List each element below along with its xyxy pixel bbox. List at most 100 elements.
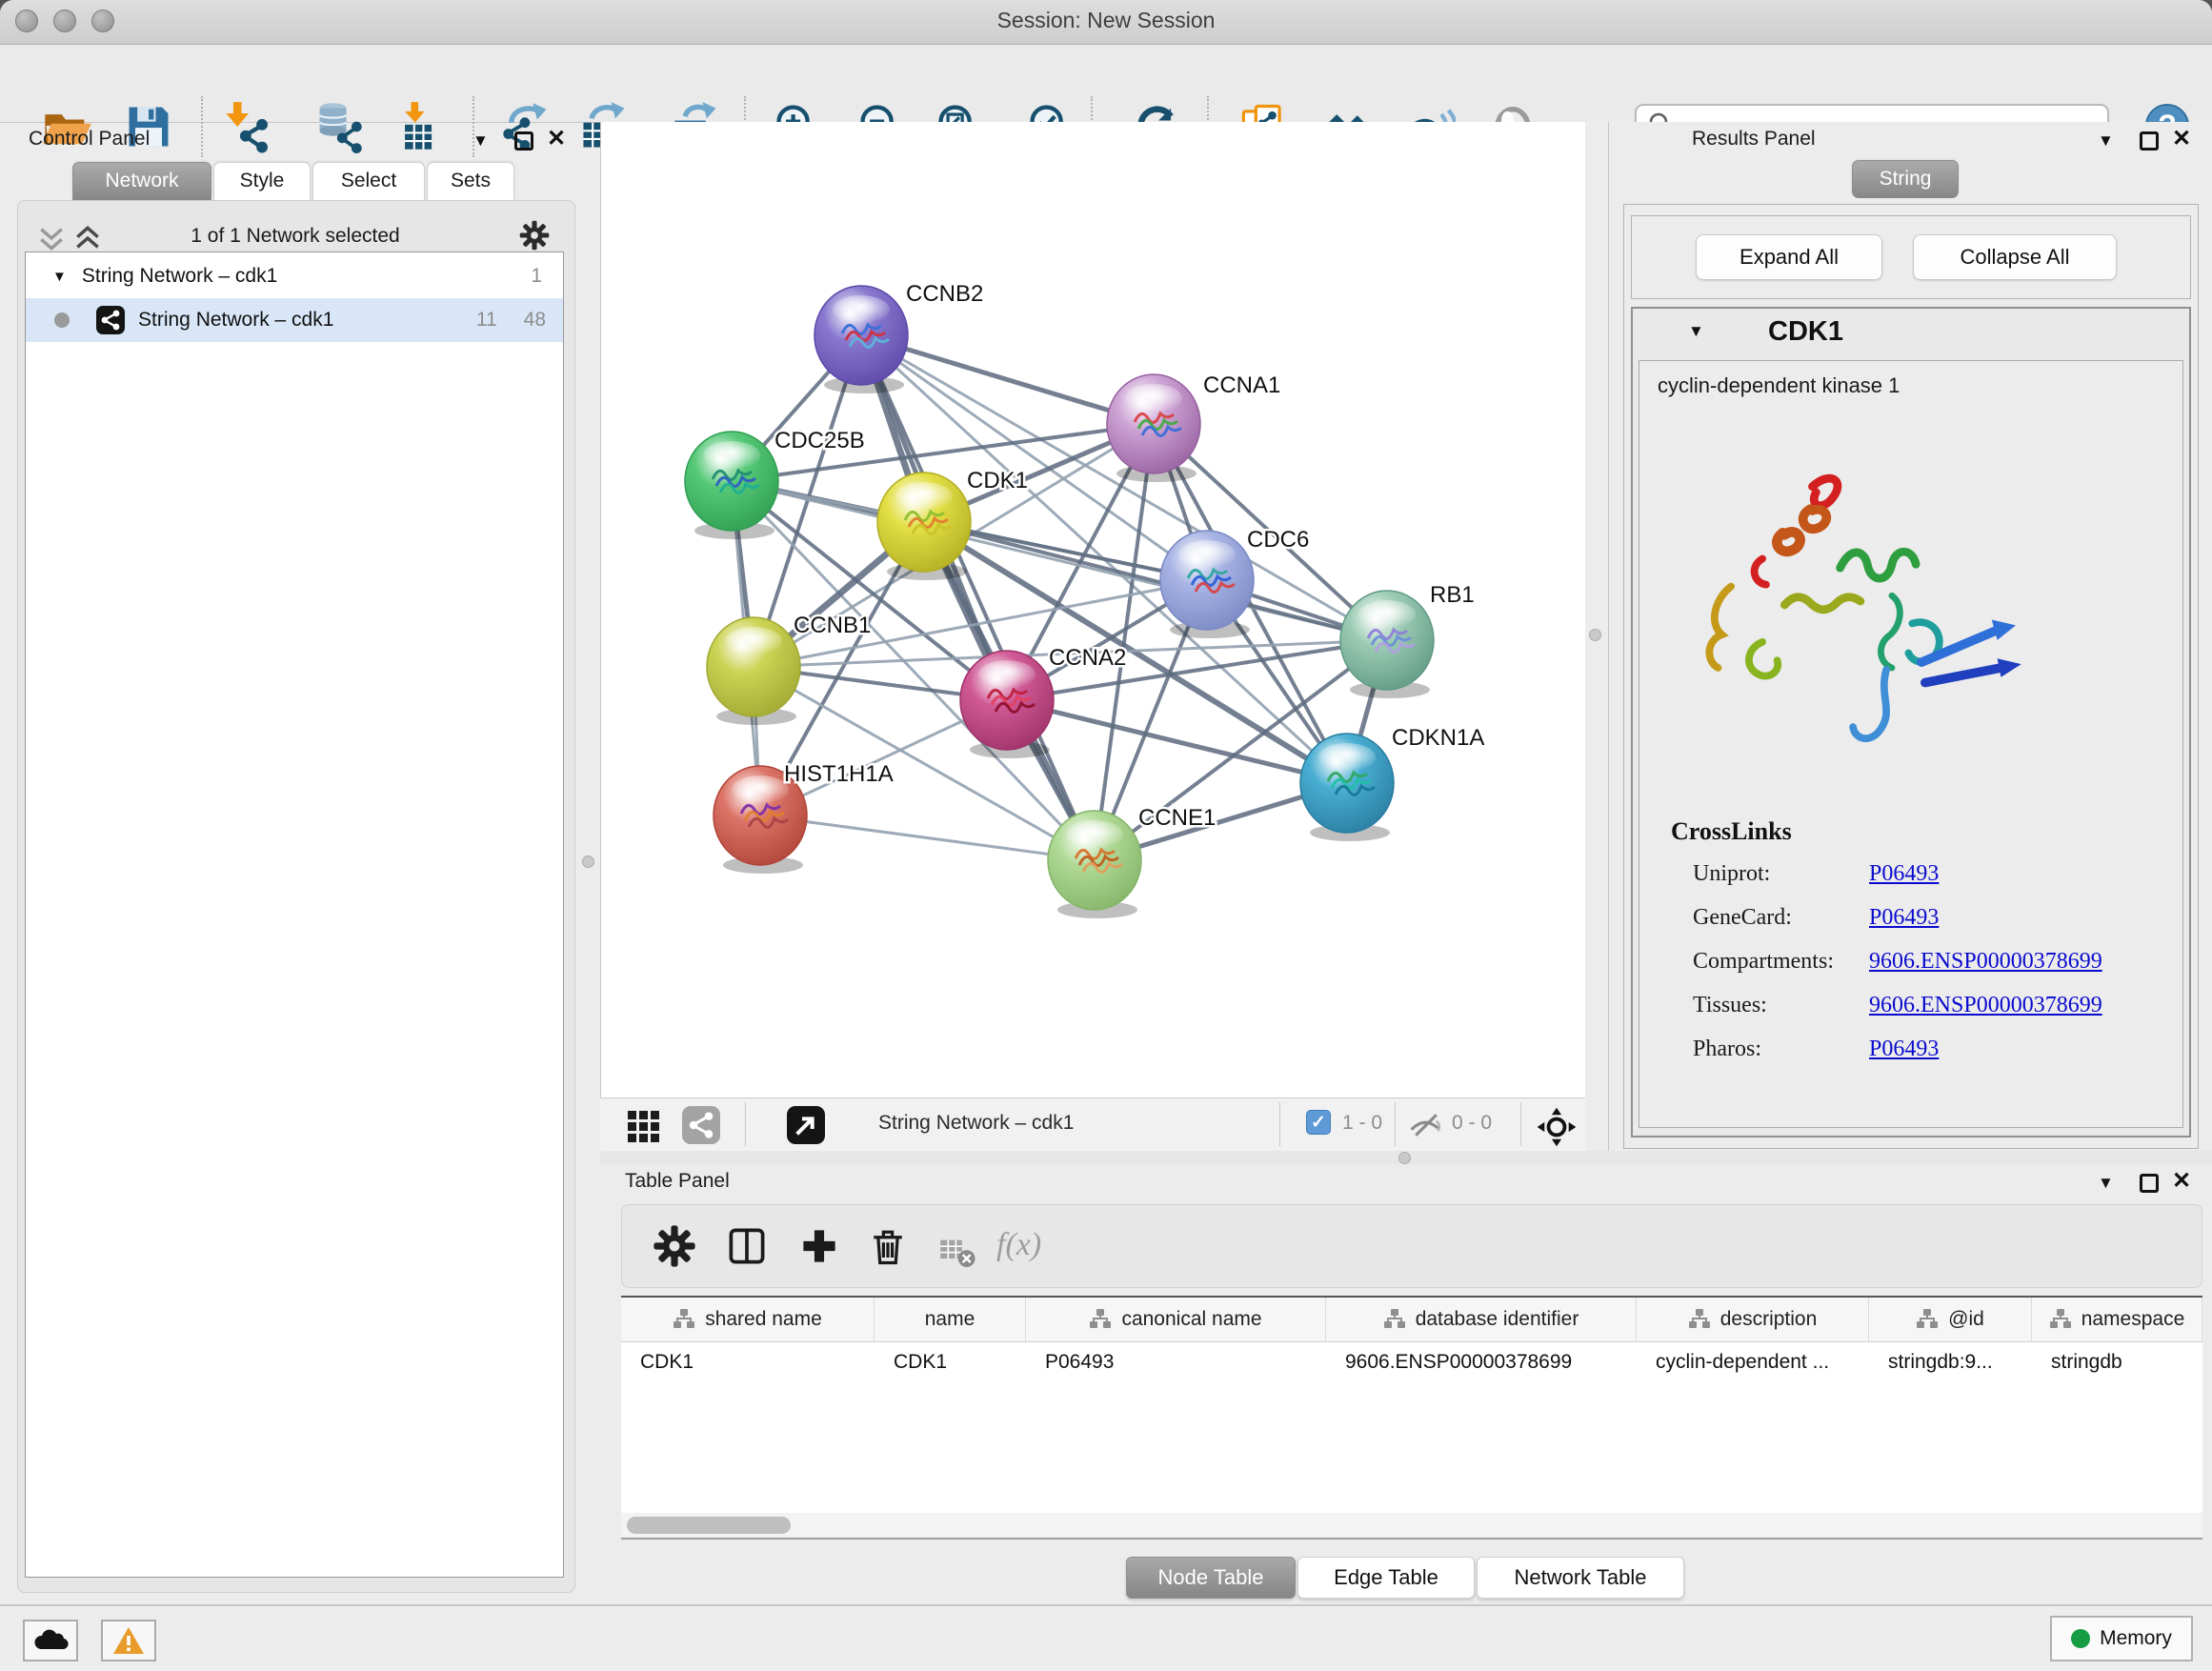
cell[interactable]: stringdb:9...	[1869, 1341, 2032, 1383]
tab-select[interactable]: Select	[312, 162, 425, 200]
current-network-dot	[54, 312, 70, 328]
column-header-description[interactable]: description	[1637, 1298, 1869, 1341]
tab-style[interactable]: Style	[213, 162, 311, 200]
cell[interactable]: cyclin-dependent ...	[1637, 1341, 1869, 1383]
string-network-icon	[96, 306, 125, 334]
cell[interactable]: P06493	[1026, 1341, 1326, 1383]
hidden-count: 0 - 0	[1452, 1112, 1492, 1135]
crosslink-link[interactable]: P06493	[1869, 1037, 1939, 1062]
tab-edge-table[interactable]: Edge Table	[1297, 1557, 1475, 1599]
crosslink-link[interactable]: P06493	[1869, 905, 1939, 931]
cell[interactable]: stringdb	[2032, 1341, 2202, 1383]
cell[interactable]: 9606.ENSP00000378699	[1326, 1341, 1637, 1383]
delete-column-button[interactable]	[865, 1223, 911, 1269]
table-hscrollbar[interactable]	[621, 1513, 2202, 1538]
import-table-button[interactable]	[391, 100, 444, 153]
table-panel-collapse-icon[interactable]: ▼	[2098, 1174, 2114, 1193]
control-panel-float-icon[interactable]	[514, 131, 533, 151]
tree-expand-icon[interactable]: ▼	[52, 269, 67, 285]
memory-button[interactable]: Memory	[2050, 1616, 2193, 1661]
results-panel-collapse-icon[interactable]: ▼	[2098, 131, 2114, 151]
node-label-RB1: RB1	[1430, 582, 1475, 608]
column-header-database-identifier[interactable]: database identifier	[1326, 1298, 1637, 1341]
node-CCNB1[interactable]	[707, 617, 800, 725]
delete-table-button[interactable]	[937, 1231, 977, 1271]
cell[interactable]: CDK1	[875, 1341, 1026, 1383]
vertical-splitter-handle[interactable]	[582, 856, 594, 868]
cloud-status-button[interactable]	[23, 1620, 78, 1661]
node-RB1[interactable]	[1340, 591, 1434, 698]
selected-checkbox[interactable]: ✓	[1306, 1110, 1331, 1135]
table-panel-close-icon[interactable]: ✕	[2172, 1172, 2191, 1191]
entry-collapse-icon[interactable]: ▼	[1688, 322, 1704, 341]
network-graph: CCNB2CCNA1CDC25BCDK1CDC6RB1CCNB1CCNA2CDK…	[601, 122, 1586, 1097]
results-panel-float-icon[interactable]	[2140, 131, 2159, 151]
crosslink-link[interactable]: 9606.ENSP00000378699	[1869, 993, 2102, 1018]
birdseye-toggle[interactable]	[1536, 1106, 1578, 1153]
import-network-from-database-button[interactable]	[312, 100, 366, 153]
network-collection-row[interactable]: ▼ String Network – cdk1 1	[26, 254, 563, 298]
node-CCNB2[interactable]	[814, 286, 908, 393]
node-table[interactable]: shared namenamecanonical namedatabase id…	[621, 1296, 2202, 1540]
expand-all-button[interactable]: Expand All	[1696, 234, 1882, 280]
crosslink-link[interactable]: 9606.ENSP00000378699	[1869, 949, 2102, 975]
hscrollbar-thumb[interactable]	[627, 1517, 791, 1534]
crosslink-link[interactable]: P06493	[1869, 861, 1939, 887]
results-panel-close-icon[interactable]: ✕	[2172, 130, 2191, 149]
tab-network-table[interactable]: Network Table	[1477, 1557, 1684, 1599]
collapse-all-button[interactable]: Collapse All	[1913, 234, 2117, 280]
open-in-browser-button[interactable]	[787, 1106, 825, 1144]
memory-status-dot	[2071, 1629, 2090, 1648]
entry-description: cyclin-dependent kinase 1	[1658, 373, 1900, 398]
tab-string[interactable]: String	[1852, 160, 1959, 198]
control-panel-collapse-icon[interactable]: ▼	[473, 131, 489, 151]
grid-view-button[interactable]	[625, 1106, 663, 1149]
column-header-namespace[interactable]: namespace	[2032, 1298, 2202, 1341]
node-CCNA1[interactable]	[1107, 374, 1200, 482]
node-label-CCNE1: CCNE1	[1138, 805, 1216, 831]
control-panel-close-icon[interactable]: ✕	[547, 130, 566, 149]
column-header-name[interactable]: name	[875, 1298, 1026, 1341]
cell[interactable]: CDK1	[621, 1341, 875, 1383]
column-type-icon	[1383, 1308, 1406, 1331]
warning-status-button[interactable]	[101, 1620, 156, 1661]
table-settings-button[interactable]	[652, 1223, 697, 1269]
main-toolbar: ?	[0, 45, 2212, 123]
network-options-gear-icon[interactable]	[518, 219, 551, 252]
hidden-toggle[interactable]	[1406, 1106, 1446, 1149]
external-link-icon	[787, 1106, 825, 1144]
network-canvas[interactable]: CCNB2CCNA1CDC25BCDK1CDC6RB1CCNB1CCNA2CDK…	[600, 122, 1586, 1097]
node-CDKN1A[interactable]	[1300, 734, 1394, 841]
node-label-CCNB1: CCNB1	[794, 613, 871, 638]
column-type-icon	[1688, 1308, 1711, 1331]
tab-node-table[interactable]: Node Table	[1126, 1557, 1296, 1599]
tab-sets[interactable]: Sets	[427, 162, 514, 200]
results-splitter-handle[interactable]	[1589, 629, 1601, 641]
network-row[interactable]: String Network – cdk1 11 48	[26, 298, 563, 342]
share-icon	[682, 1106, 720, 1144]
create-column-button[interactable]	[796, 1223, 842, 1269]
window-title: Session: New Session	[0, 8, 2212, 33]
node-count: 11	[476, 309, 497, 332]
network-selected-status: 1 of 1 Network selected	[133, 225, 457, 248]
show-columns-button[interactable]	[724, 1223, 770, 1269]
table-panel-float-icon[interactable]	[2140, 1174, 2159, 1193]
string-view-button[interactable]	[682, 1106, 720, 1144]
import-network-button[interactable]	[221, 100, 274, 153]
crosslink-label: Tissues:	[1693, 993, 1767, 1017]
function-builder-button[interactable]: f(x)	[996, 1227, 1041, 1263]
node-label-HIST1H1A: HIST1H1A	[784, 761, 894, 787]
node-CDC25B[interactable]	[685, 432, 778, 539]
table-row[interactable]: CDK1CDK1P064939606.ENSP00000378699cyclin…	[621, 1341, 2202, 1383]
footer-separator	[745, 1102, 746, 1146]
tab-network[interactable]: Network	[72, 162, 211, 200]
node-CDK1[interactable]	[877, 473, 971, 580]
node-CCNE1[interactable]	[1048, 811, 1141, 918]
node-CCNA2[interactable]	[960, 651, 1054, 758]
crosslinks-title: CrossLinks	[1671, 817, 1792, 846]
column-header--id[interactable]: @id	[1869, 1298, 2032, 1341]
horizontal-splitter-handle[interactable]	[1398, 1152, 1411, 1164]
column-header-shared-name[interactable]: shared name	[621, 1298, 875, 1341]
column-header-canonical-name[interactable]: canonical name	[1026, 1298, 1326, 1341]
crosslink-row: GeneCard:P06493	[1693, 905, 2188, 949]
